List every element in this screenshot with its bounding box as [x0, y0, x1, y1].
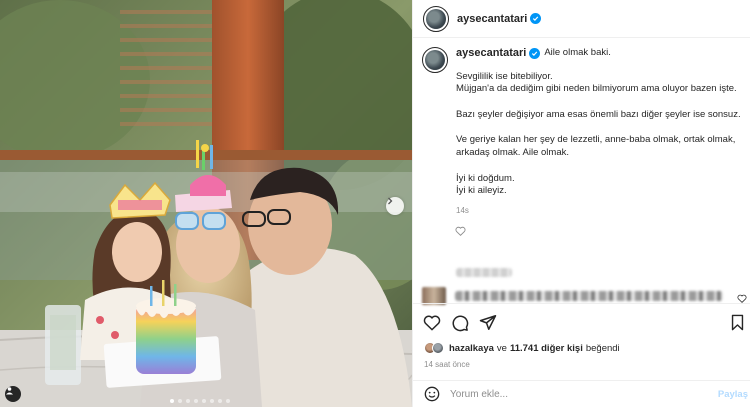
- blurred-comment: [455, 291, 723, 301]
- liker-avatar: [432, 342, 444, 354]
- like-heart-icon[interactable]: [423, 314, 441, 331]
- comment-input[interactable]: [450, 388, 700, 400]
- avatar[interactable]: [423, 5, 449, 32]
- birthday-photo-illustration: [0, 0, 412, 407]
- post-comment-button[interactable]: Paylaş: [718, 389, 748, 400]
- carousel-dot: [194, 399, 198, 403]
- carousel-dot: [186, 399, 190, 403]
- caption-first-line: aysecantatari Aile olmak baki.: [456, 47, 741, 60]
- next-slide-button[interactable]: [386, 197, 404, 215]
- carousel-dot: [210, 399, 214, 403]
- action-bar: [412, 303, 750, 343]
- user-tag-icon: [6, 387, 13, 395]
- user-tag-button[interactable]: [5, 386, 21, 402]
- caption-username[interactable]: aysecantatari: [456, 47, 526, 60]
- caption-body: aysecantatari Aile olmak baki. Sevgilili…: [456, 47, 741, 217]
- blurred-comment-meta: [456, 268, 512, 277]
- comment-icon[interactable]: [451, 314, 469, 332]
- post-time-ago[interactable]: 14 saat önce: [424, 360, 470, 369]
- likes-user[interactable]: hazalkaya: [449, 343, 494, 354]
- carousel-dot: [178, 399, 182, 403]
- carousel-dot: [218, 399, 222, 403]
- share-icon[interactable]: [479, 314, 497, 331]
- likes-count[interactable]: 11.741 diğer kişi: [510, 343, 583, 354]
- caption: aysecantatari Aile olmak baki. Sevgilili…: [422, 47, 742, 217]
- carousel-indicator: [170, 399, 230, 403]
- likes-connector: ve: [496, 342, 507, 354]
- header-username[interactable]: aysecantatari: [457, 13, 527, 25]
- heart-icon[interactable]: [455, 226, 466, 236]
- post-photo[interactable]: [0, 0, 412, 407]
- caption-avatar[interactable]: [422, 47, 448, 73]
- caption-paragraph: Bazı şeyler değişiyor ama esas önemli ba…: [456, 108, 741, 120]
- caption-first-text: Aile olmak baki.: [544, 47, 611, 58]
- verified-icon: [529, 47, 541, 59]
- likes-suffix: beğendi: [585, 342, 620, 354]
- post-header: aysecantatari: [413, 0, 750, 38]
- bookmark-icon[interactable]: [730, 314, 745, 331]
- verified-icon: [530, 13, 542, 24]
- caption-paragraph: İyi ki doğdum. İyi ki aileyiz.: [456, 172, 515, 197]
- likes-summary[interactable]: hazalkaya ve 11.741 diğer kişi beğendi: [424, 342, 620, 354]
- carousel-dot: [170, 399, 174, 403]
- caption-time[interactable]: 14s: [456, 205, 741, 218]
- heart-icon[interactable]: [737, 294, 747, 303]
- comment-bar: Paylaş: [412, 380, 750, 407]
- caption-paragraph: Sevgililik ise bitebiliyor. Müjgan'a da d…: [456, 70, 737, 95]
- carousel-dot: [226, 399, 230, 403]
- chevron-right-icon: [388, 197, 393, 205]
- carousel-dot: [202, 399, 206, 403]
- emoji-icon[interactable]: [424, 386, 440, 402]
- caption-paragraph: Ve geriye kalan her şey de lezzetli, ann…: [456, 134, 736, 158]
